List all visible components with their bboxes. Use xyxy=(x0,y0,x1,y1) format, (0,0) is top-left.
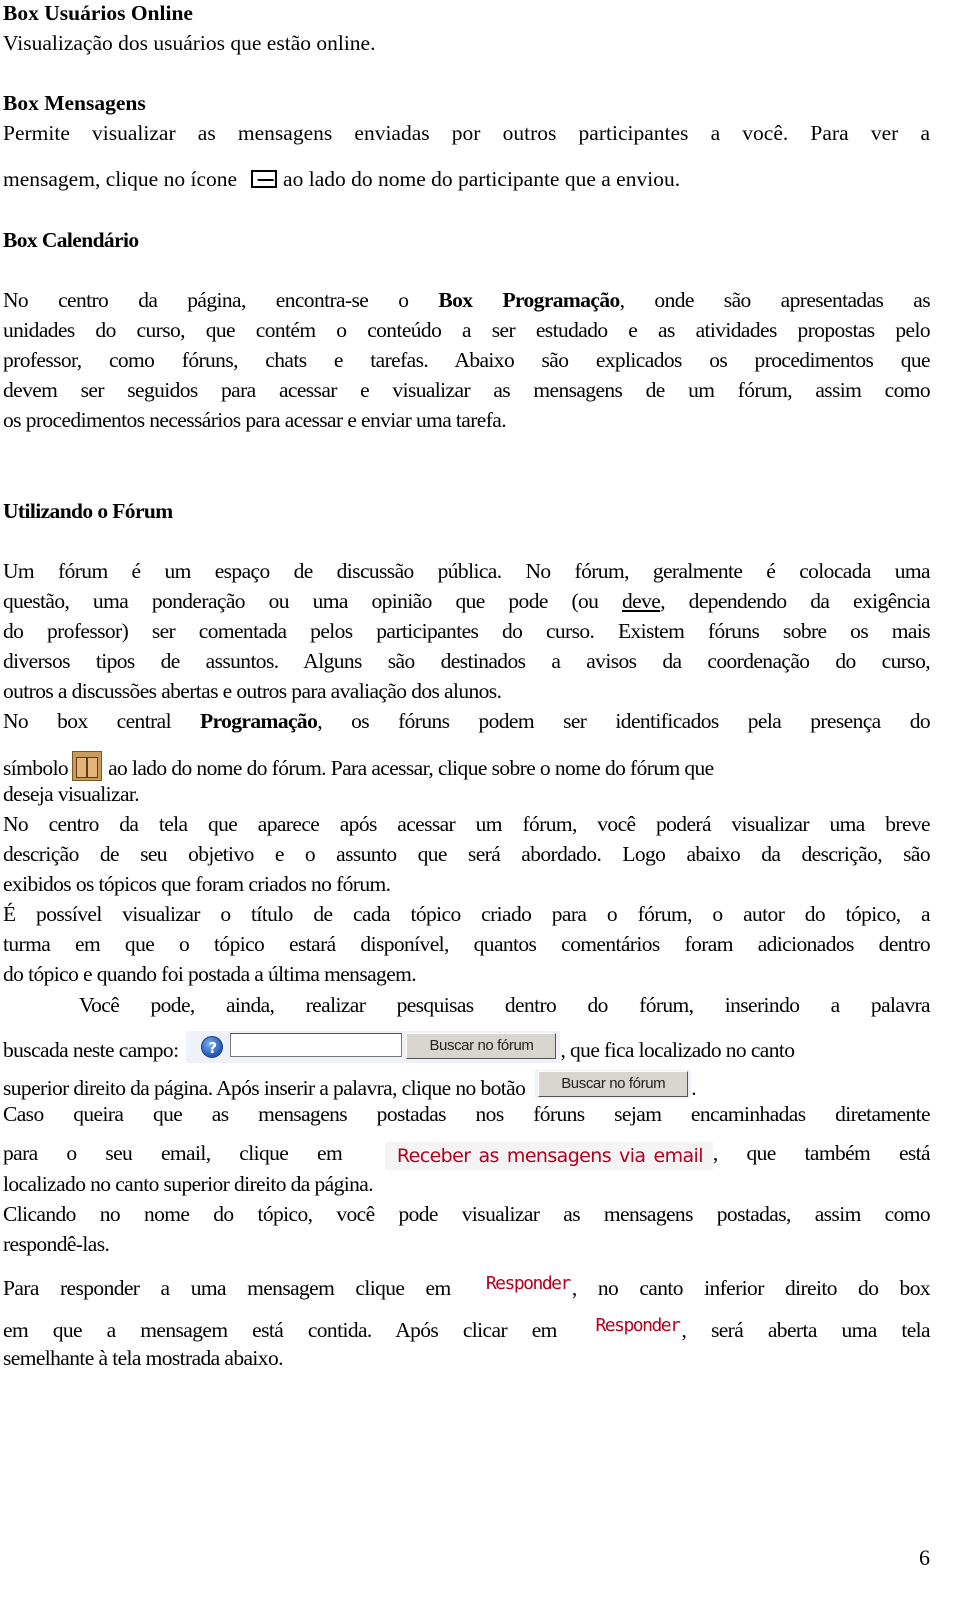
messages-text-line-1: Permite visualizar as mensagens enviadas… xyxy=(3,121,930,145)
text-segment: em que a mensagem está contida. Após cli… xyxy=(3,1318,557,1342)
calendar-text-line-4: devem ser seguidos para acessar e visual… xyxy=(3,378,931,402)
bold-box-programacao: Box Programação xyxy=(438,288,620,312)
forum-text-line-3: do professor) ser comentada pelos partic… xyxy=(3,619,931,643)
search-forum-button[interactable]: Buscar no fórum xyxy=(406,1033,557,1059)
messages-text-after-icon: ao lado do nome do participante que a en… xyxy=(283,167,681,191)
text-segment: questão, uma ponderação ou uma opinião q… xyxy=(3,589,599,613)
forum-text-line-15: Você pode, ainda, realizar pesquisas den… xyxy=(79,993,931,1017)
forum-icon xyxy=(72,751,103,781)
forum-text-line-14: do tópico e quando foi postada a última … xyxy=(3,962,417,986)
text-segment: , que fica localizado no canto xyxy=(560,1038,795,1062)
heading-calendar: Box Calendário xyxy=(3,228,139,252)
text-segment: No box central xyxy=(3,709,172,733)
envelope-icon xyxy=(251,170,278,188)
receive-email-link[interactable]: Receber as mensagens via email xyxy=(384,1142,713,1170)
forum-text-line-13: turma em que o tópico estará disponível,… xyxy=(3,932,931,956)
heading-using-forum: Utilizando o Fórum xyxy=(3,499,173,523)
forum-text-line-22: respondê-las. xyxy=(3,1232,110,1256)
forum-text-line-18: Caso queira que as mensagens postadas no… xyxy=(3,1102,931,1126)
forum-text-line-16: buscada neste campo: ? Buscar no fórum ,… xyxy=(3,1031,930,1063)
text-segment: ao lado do nome do fórum. Para acessar, … xyxy=(108,756,714,780)
text-segment: . xyxy=(691,1076,696,1100)
text-segment: , no canto inferior direito do box xyxy=(571,1276,931,1300)
forum-search-widget: ? Buscar no fórum xyxy=(186,1031,561,1063)
text-segment: superior direito da página. Após inserir… xyxy=(3,1076,526,1100)
bold-programacao: Programação xyxy=(200,709,318,733)
search-forum-button[interactable]: Buscar no fórum xyxy=(538,1071,689,1097)
forum-text-line-1: Um fórum é um espaço de discussão públic… xyxy=(3,559,931,583)
text-segment: , que também está xyxy=(712,1141,931,1165)
text-segment: , os fóruns podem ser identificados pela… xyxy=(317,709,930,733)
forum-text-line-8: deseja visualizar. xyxy=(3,782,140,806)
forum-text-line-5: outros a discussões abertas e outros par… xyxy=(3,679,502,703)
messages-text-line-2: mensagem, clique no ícone ao lado do nome… xyxy=(3,166,930,192)
reply-link[interactable]: Responder xyxy=(486,1273,572,1294)
forum-text-line-21: Clicando no nome do tópico, você pode vi… xyxy=(3,1202,931,1226)
text-segment: , dependendo da exigência xyxy=(660,589,930,613)
text-segment: Para responder a uma mensagem clique em xyxy=(3,1276,451,1300)
text-segment: símbolo xyxy=(3,756,69,780)
forum-text-line-12: É possível visualizar o título de cada t… xyxy=(3,902,931,926)
underlined-deve: deve xyxy=(622,589,661,613)
reply-link[interactable]: Responder xyxy=(595,1315,681,1336)
heading-messages: Box Mensagens xyxy=(3,91,146,115)
forum-text-line-11: exibidos os tópicos que foram criados no… xyxy=(3,872,391,896)
heading-online-users: Box Usuários Online xyxy=(3,1,193,25)
page-number: 6 xyxy=(919,1545,930,1570)
forum-text-line-6: No box central Programação, os fóruns po… xyxy=(3,708,931,734)
forum-text-line-25: semelhante à tela mostrada abaixo. xyxy=(3,1346,283,1370)
text-segment: , onde são apresentadas as xyxy=(619,288,931,312)
online-users-text: Visualização dos usuários que estão onli… xyxy=(3,31,376,55)
search-forum-button-example: Buscar no fórum xyxy=(535,1070,692,1098)
forum-text-line-20: localizado no canto superior direito da … xyxy=(3,1172,374,1196)
text-segment: para o seu email, clique em xyxy=(3,1141,343,1165)
messages-text-before-icon: mensagem, clique no ícone xyxy=(3,167,238,191)
forum-text-line-9: No centro da tela que aparece após acess… xyxy=(3,812,931,836)
forum-text-line-24: em que a mensagem está contida. Após cli… xyxy=(3,1315,931,1343)
forum-text-line-7: símbolo ao lado do nome do fórum. Para ac… xyxy=(3,751,930,781)
text-segment: , será aberta uma tela xyxy=(681,1318,931,1342)
forum-text-line-23: Para responder a uma mensagem clique em … xyxy=(3,1273,931,1301)
forum-text-line-17: superior direito da página. Após inserir… xyxy=(3,1070,930,1101)
text-segment: buscada neste campo: xyxy=(3,1038,179,1062)
forum-search-input[interactable] xyxy=(230,1033,403,1057)
text-segment: No centro da página, encontra-se o xyxy=(3,288,409,312)
help-icon[interactable]: ? xyxy=(201,1036,224,1058)
calendar-text-line-5: os procedimentos necessários para acessa… xyxy=(3,408,507,432)
forum-text-line-19: para o seu email, clique em Receber as m… xyxy=(3,1140,931,1170)
calendar-text-line-2: unidades do curso, que contém o conteúdo… xyxy=(3,318,931,342)
calendar-text-line-3: professor, como fóruns, chats e tarefas.… xyxy=(3,348,931,372)
forum-text-line-2: questão, uma ponderação ou uma opinião q… xyxy=(3,588,931,614)
calendar-text-line-1: No centro da página, encontra-se o Box P… xyxy=(3,287,931,313)
forum-text-line-4: diversos tipos de assuntos. Alguns são d… xyxy=(3,649,931,673)
forum-text-line-10: descrição de seu objetivo e o assunto qu… xyxy=(3,842,931,866)
